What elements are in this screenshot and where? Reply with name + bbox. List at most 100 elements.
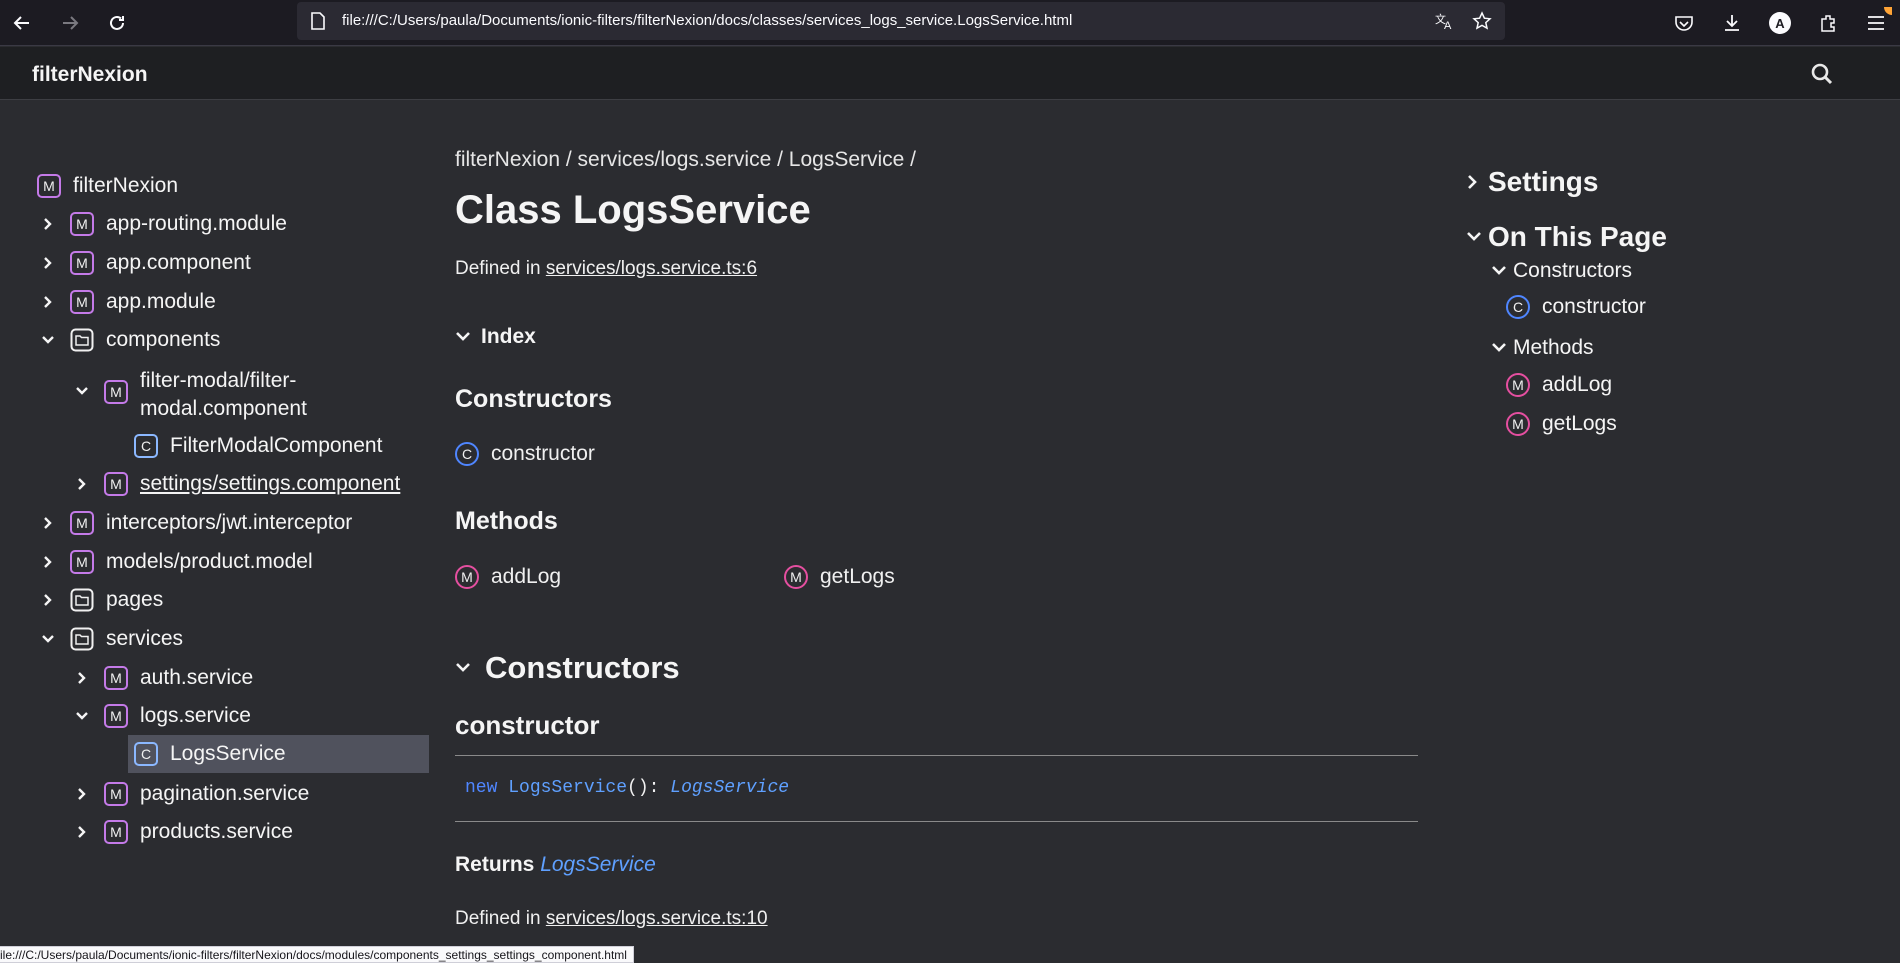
- chevron-right-icon[interactable]: [38, 292, 58, 312]
- update-dot: [1884, 7, 1892, 15]
- sidebar-item-label: auth.service: [140, 666, 254, 689]
- method-icon: M: [455, 565, 479, 589]
- bookmark-star-icon[interactable]: [1471, 10, 1493, 32]
- account-avatar[interactable]: A: [1764, 7, 1796, 39]
- avatar-initial: A: [1769, 12, 1791, 34]
- module-icon: M: [104, 472, 128, 496]
- chevron-right-icon[interactable]: [38, 214, 58, 234]
- sidebar-item-filter-modal-component[interactable]: C FilterModalComponent: [134, 429, 382, 463]
- site-title[interactable]: filterNexion: [32, 63, 148, 87]
- sidebar-item-settings-component[interactable]: M settings/settings.component: [72, 467, 400, 501]
- sidebar-item-app-routing[interactable]: M app-routing.module: [38, 207, 287, 241]
- chevron-down-icon[interactable]: [38, 629, 58, 649]
- module-icon: M: [70, 290, 94, 314]
- chevron-right-icon[interactable]: [72, 668, 92, 688]
- translate-icon[interactable]: 文A: [1433, 10, 1455, 32]
- sidebar-item-app-component[interactable]: M app.component: [38, 246, 251, 280]
- chevron-down-icon[interactable]: [38, 330, 58, 350]
- sidebar-item-products-service[interactable]: M products.service: [72, 815, 293, 849]
- chevron-right-icon[interactable]: [38, 590, 58, 610]
- sidebar-item-auth-service[interactable]: M auth.service: [72, 661, 253, 695]
- reload-icon[interactable]: [101, 7, 133, 39]
- outline-constructor-link[interactable]: C constructor: [1506, 295, 1646, 319]
- download-icon[interactable]: [1716, 7, 1748, 39]
- folder-icon: [70, 627, 94, 651]
- outline-method-addlog[interactable]: M addLog: [1506, 373, 1612, 397]
- class-icon: C: [134, 434, 158, 458]
- url-bar[interactable]: file:///C:/Users/paula/Documents/ionic-f…: [297, 2, 1505, 40]
- chevron-right-icon[interactable]: [72, 474, 92, 494]
- browser-toolbar: file:///C:/Users/paula/Documents/ionic-f…: [0, 0, 1900, 46]
- signature-return-type[interactable]: LogsService: [670, 778, 789, 798]
- sidebar-item-pages[interactable]: pages: [38, 583, 163, 617]
- chevron-down-icon[interactable]: [72, 706, 92, 726]
- constructor-icon: C: [1506, 295, 1530, 319]
- chevron-down-icon: [1492, 266, 1506, 275]
- sidebar-item-label: app.module: [106, 290, 216, 313]
- menu-icon[interactable]: [1860, 7, 1892, 39]
- class-icon: C: [134, 742, 158, 766]
- extensions-icon[interactable]: [1812, 7, 1844, 39]
- sidebar-item-label: pages: [106, 588, 164, 611]
- sidebar-item-logs-service[interactable]: M logs.service: [72, 699, 251, 733]
- outline-constructors-label: Constructors: [1513, 259, 1633, 282]
- outline-constructors-toggle[interactable]: Constructors: [1491, 259, 1632, 283]
- back-icon[interactable]: [6, 7, 38, 39]
- outline-methods-label: Methods: [1513, 336, 1594, 359]
- sidebar-item-interceptors[interactable]: M interceptors/jwt.interceptor: [38, 506, 352, 540]
- index-method-getlogs[interactable]: M getLogs: [784, 562, 895, 592]
- sidebar-item-label: components: [106, 328, 221, 351]
- signature-keyword: new: [465, 778, 509, 798]
- sidebar-item-label: LogsService: [170, 742, 286, 765]
- source-link-2[interactable]: services/logs.service.ts:10: [546, 908, 768, 929]
- member-label: getLogs: [820, 565, 895, 588]
- returns-type-link[interactable]: LogsService: [540, 853, 656, 876]
- chevron-right-icon[interactable]: [72, 784, 92, 804]
- chevron-right-icon[interactable]: [72, 822, 92, 842]
- module-icon: M: [104, 666, 128, 690]
- method-icon: M: [1506, 412, 1530, 436]
- chevron-right-icon[interactable]: [38, 552, 58, 572]
- member-label: constructor: [491, 442, 595, 465]
- index-constructors-heading: Constructors: [455, 385, 612, 413]
- index-constructor-link[interactable]: C constructor: [455, 439, 595, 469]
- returns-line: Returns LogsService: [455, 853, 656, 877]
- index-toggle[interactable]: Index: [455, 325, 536, 349]
- chevron-down-icon[interactable]: [72, 381, 92, 401]
- chevron-right-icon: [1468, 175, 1477, 189]
- sidebar-item-services[interactable]: services: [38, 622, 183, 656]
- returns-label: Returns: [455, 853, 541, 876]
- url-text[interactable]: file:///C:/Users/paula/Documents/ionic-f…: [342, 12, 1072, 29]
- sidebar-item-app-module[interactable]: M app.module: [38, 285, 216, 319]
- sidebar-item-logsservice-selected[interactable]: C LogsService: [128, 735, 429, 773]
- sidebar-item-components[interactable]: components: [38, 323, 220, 357]
- outline-methods-toggle[interactable]: Methods: [1491, 336, 1594, 360]
- sidebar-item-filter-modal[interactable]: M filter-modal/filter- modal.component: [72, 367, 307, 423]
- sidebar-item-label: pagination.service: [140, 782, 310, 805]
- index-methods-heading: Methods: [455, 507, 558, 535]
- breadcrumb[interactable]: filterNexion / services/logs.service / L…: [455, 148, 916, 172]
- constructor-heading: constructor: [455, 710, 600, 740]
- source-link[interactable]: services/logs.service.ts:6: [546, 258, 757, 279]
- constructors-section-toggle[interactable]: Constructors: [455, 650, 680, 686]
- page-icon: [307, 10, 329, 32]
- index-method-addlog[interactable]: M addLog: [455, 562, 561, 592]
- method-icon: M: [784, 565, 808, 589]
- sidebar-item-label: services: [106, 627, 184, 650]
- sidebar-root[interactable]: M filterNexion: [37, 169, 178, 203]
- module-icon: M: [104, 820, 128, 844]
- pocket-icon[interactable]: [1668, 7, 1700, 39]
- sidebar-item-label: app.component: [106, 251, 251, 274]
- sidebar-item-models[interactable]: M models/product.model: [38, 545, 313, 579]
- sidebar-item-label: filter-modal/filter- modal.component: [140, 367, 307, 423]
- sidebar-item-pagination-service[interactable]: M pagination.service: [72, 777, 309, 811]
- search-icon[interactable]: [1808, 60, 1836, 88]
- outline-method-getlogs[interactable]: M getLogs: [1506, 412, 1617, 436]
- constructor-icon: C: [455, 442, 479, 466]
- on-this-page-toggle[interactable]: On This Page: [1466, 221, 1667, 253]
- constructor-signature: new LogsService(): LogsService: [465, 778, 789, 798]
- chevron-right-icon[interactable]: [38, 253, 58, 273]
- settings-toggle[interactable]: Settings: [1466, 166, 1598, 198]
- forward-icon[interactable]: [54, 7, 86, 39]
- chevron-right-icon[interactable]: [38, 513, 58, 533]
